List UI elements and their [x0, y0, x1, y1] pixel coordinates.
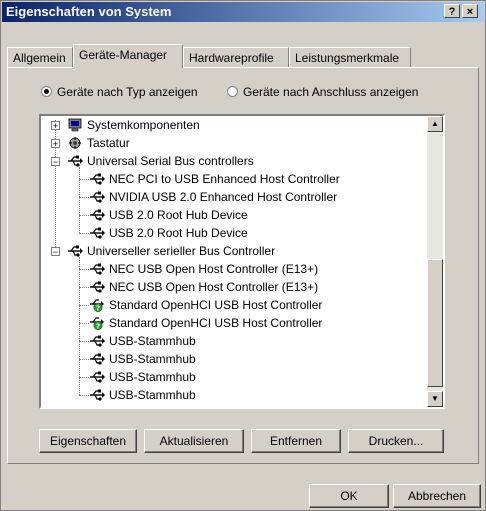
refresh-button[interactable]: Aktualisieren	[144, 429, 244, 453]
tree-device[interactable]: USB 2.0 Root Hub Device	[41, 224, 429, 242]
radio-by-connection[interactable]: Geräte nach Anschluss anzeigen	[227, 85, 418, 99]
properties-button[interactable]: Eigenschaften	[39, 429, 137, 453]
tab-leistungsmerkmale[interactable]: Leistungsmerkmale	[289, 47, 411, 67]
tree-connector	[79, 377, 89, 378]
vertical-scrollbar[interactable]: ▲ ▼	[427, 116, 443, 407]
tree-connector	[79, 359, 89, 360]
usb-icon	[89, 370, 105, 384]
tree-item-label: USB 2.0 Root Hub Device	[109, 226, 248, 240]
usb-warning-icon: ?	[89, 316, 105, 330]
tree-category[interactable]: + Systemkomponenten	[41, 116, 429, 134]
tab-allgemein[interactable]: Allgemein	[7, 47, 73, 67]
scroll-down-button[interactable]: ▼	[427, 391, 443, 407]
help-button[interactable]: ?	[444, 4, 460, 18]
device-tree[interactable]: ▲ ▼ + Systemkomponenten + Tastatur − Universa…	[39, 114, 445, 409]
window-title: Eigenschaften von System	[6, 4, 172, 19]
tree-connector	[79, 197, 89, 198]
tree-item-label: Standard OpenHCI USB Host Controller	[109, 316, 323, 330]
tree-item-label: Systemkomponenten	[87, 118, 200, 132]
computer-icon	[67, 118, 83, 132]
svg-text:?: ?	[96, 322, 100, 330]
tree-item-label: NEC USB Open Host Controller (E13+)	[109, 262, 319, 276]
tree-category[interactable]: − Universal Serial Bus controllers	[41, 152, 429, 170]
tree-connector	[79, 233, 89, 234]
radio-dot[interactable]	[227, 86, 238, 97]
radio-by-type[interactable]: Geräte nach Typ anzeigen	[41, 85, 198, 99]
tree-item-label: USB-Stammhub	[109, 352, 196, 366]
tree-connector	[79, 215, 89, 216]
system-properties-window: Eigenschaften von System ? × Allgemein G…	[0, 0, 486, 511]
tree-device[interactable]: USB-Stammhub	[41, 350, 429, 368]
scroll-thumb[interactable]	[427, 259, 443, 387]
cancel-button[interactable]: Abbrechen	[393, 484, 481, 508]
usb-icon	[89, 262, 105, 276]
tree-item-label: NEC USB Open Host Controller (E13+)	[109, 280, 319, 294]
usb-icon	[89, 334, 105, 348]
remove-button[interactable]: Entfernen	[251, 429, 341, 453]
tree-item-label: Universeller serieller Bus Controller	[87, 244, 276, 258]
tree-item-label: NEC PCI to USB Enhanced Host Controller	[109, 172, 340, 186]
tree-connector	[79, 341, 89, 342]
scroll-up-button[interactable]: ▲	[427, 116, 443, 132]
tree-item-label: USB-Stammhub	[109, 388, 196, 402]
radio-dot[interactable]	[41, 86, 52, 97]
usb-icon	[67, 244, 83, 258]
tree-device[interactable]: NEC USB Open Host Controller (E13+)	[41, 260, 429, 278]
tree-device[interactable]: NVIDIA USB 2.0 Enhanced Host Controller	[41, 188, 429, 206]
tab-geraete-manager[interactable]: Geräte-Manager	[73, 44, 183, 68]
tree-category[interactable]: − Universeller serieller Bus Controller	[41, 242, 429, 260]
usb-icon	[67, 154, 83, 168]
usb-warning-icon: ?	[89, 298, 105, 312]
tree-item-label: Universal Serial Bus controllers	[87, 154, 254, 168]
usb-icon	[89, 388, 105, 402]
tree-device[interactable]: USB-Stammhub	[41, 332, 429, 350]
tree-device[interactable]: USB 2.0 Root Hub Device	[41, 206, 429, 224]
tree-connector	[79, 323, 89, 324]
tree-item-label: NVIDIA USB 2.0 Enhanced Host Controller	[109, 190, 338, 204]
tab-hardwareprofile[interactable]: Hardwareprofile	[183, 47, 289, 67]
tree-device[interactable]: NEC PCI to USB Enhanced Host Controller	[41, 170, 429, 188]
collapse-icon[interactable]: −	[51, 247, 60, 257]
tree-item-label: USB-Stammhub	[109, 370, 196, 384]
tree-device[interactable]: ? Standard OpenHCI USB Host Controller	[41, 296, 429, 314]
svg-text:?: ?	[96, 304, 100, 312]
title-bar[interactable]: Eigenschaften von System ? ×	[2, 2, 484, 22]
expand-icon[interactable]: +	[51, 139, 60, 149]
usb-icon	[89, 352, 105, 366]
tree-connector	[79, 305, 89, 306]
tree-device[interactable]: USB-Stammhub	[41, 368, 429, 386]
collapse-icon[interactable]: −	[51, 157, 60, 167]
expand-icon[interactable]: +	[51, 121, 60, 131]
radio-by-connection-label: Geräte nach Anschluss anzeigen	[243, 85, 419, 99]
tree-item-label: USB 2.0 Root Hub Device	[109, 208, 248, 222]
tree-connector	[79, 269, 89, 270]
keyboard-icon	[67, 136, 83, 150]
ok-button[interactable]: OK	[309, 484, 389, 508]
tree-connector	[79, 179, 89, 180]
tree-device[interactable]: USB-Stammhub	[41, 386, 429, 404]
tree-item-label: Tastatur	[87, 136, 130, 150]
usb-icon	[89, 172, 105, 186]
usb-icon	[89, 226, 105, 240]
usb-icon	[89, 280, 105, 294]
tree-connector	[79, 395, 89, 396]
radio-by-type-label: Geräte nach Typ anzeigen	[57, 85, 198, 99]
usb-icon	[89, 190, 105, 204]
tree-connector	[79, 287, 89, 288]
print-button[interactable]: Drucken...	[348, 429, 444, 453]
usb-icon	[89, 208, 105, 222]
tree-item-label: Standard OpenHCI USB Host Controller	[109, 298, 323, 312]
tree-device[interactable]: NEC USB Open Host Controller (E13+)	[41, 278, 429, 296]
close-button[interactable]: ×	[462, 4, 478, 18]
tree-device[interactable]: ? Standard OpenHCI USB Host Controller	[41, 314, 429, 332]
tree-category[interactable]: + Tastatur	[41, 134, 429, 152]
tree-item-label: USB-Stammhub	[109, 334, 196, 348]
